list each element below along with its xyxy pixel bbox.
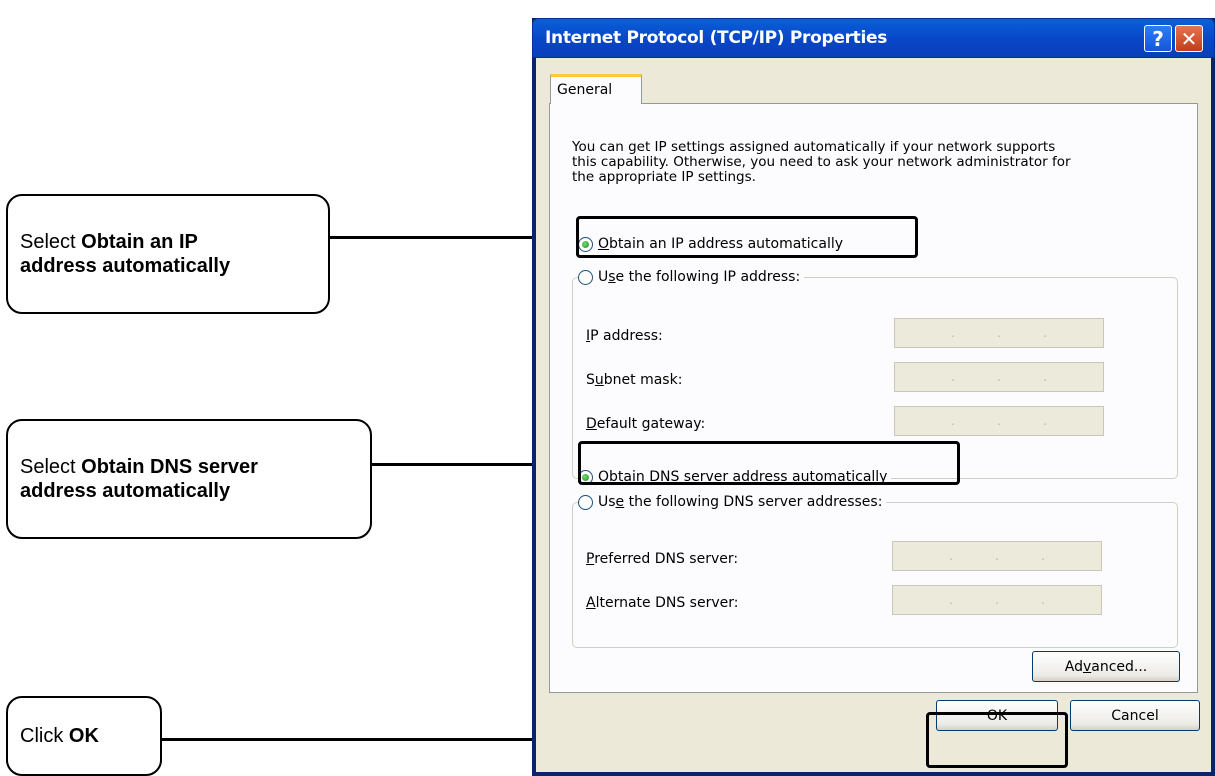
- ip-dot: .: [1043, 370, 1047, 384]
- description-line: this capability. Otherwise, you need to …: [572, 154, 1071, 170]
- description-line: the appropriate IP settings.: [572, 169, 756, 185]
- label-part: Ad: [1064, 658, 1083, 675]
- radio-use-dns-label: the following DNS server addresses:: [624, 494, 883, 510]
- ip-dot: .: [995, 593, 999, 607]
- callout-ip-prefix: Select: [20, 231, 82, 253]
- cancel-label: Cancel: [1111, 707, 1159, 724]
- tcpip-properties-dialog: Internet Protocol (TCP/IP) Properties ? …: [532, 18, 1215, 776]
- callout-ip-bold2: address automatically: [20, 255, 231, 277]
- ip-dot: .: [951, 326, 955, 340]
- label-part: U: [598, 269, 609, 285]
- label-text: P address:: [590, 328, 663, 344]
- help-button[interactable]: ?: [1144, 25, 1172, 52]
- callout-dns-bold2: address automatically: [20, 480, 231, 502]
- accel-key: A: [586, 595, 596, 611]
- radio-use-following-dns[interactable]: Use the following DNS server addresses:: [578, 494, 887, 510]
- label-text: anced...: [1091, 658, 1148, 675]
- description-line: You can get IP settings assigned automat…: [572, 139, 1056, 155]
- ip-dot: .: [949, 549, 953, 563]
- dialog-title: Internet Protocol (TCP/IP) Properties: [545, 28, 888, 48]
- callout-click-ok: Click OK: [6, 696, 162, 776]
- label-part: Us: [598, 494, 616, 510]
- callout-ok-prefix: Click: [20, 725, 69, 747]
- cancel-button[interactable]: Cancel: [1070, 700, 1200, 731]
- default-gateway-input[interactable]: ...: [894, 406, 1104, 436]
- tab-general-label: General: [557, 82, 613, 98]
- radio-unselected-icon: [578, 494, 593, 510]
- help-icon: ?: [1152, 26, 1164, 51]
- accel-key: e: [615, 494, 625, 510]
- ip-dot: .: [1041, 593, 1045, 607]
- ip-dot: .: [1041, 549, 1045, 563]
- accel-key: v: [1082, 658, 1092, 675]
- label-text: efault gateway:: [596, 416, 706, 432]
- label-text: bnet mask:: [603, 372, 683, 388]
- alternate-dns-label: Alternate DNS server:: [586, 595, 738, 611]
- label-text: referred DNS server:: [594, 551, 739, 567]
- accel-key: s: [608, 269, 616, 285]
- callout-obtain-ip: Select Obtain an IP address automaticall…: [6, 194, 330, 314]
- dialog-client-area: General You can get IP settings assigned…: [536, 58, 1211, 772]
- ip-dot: .: [951, 414, 955, 428]
- description-text: You can get IP settings assigned automat…: [572, 140, 1182, 185]
- ip-dot: .: [997, 414, 1001, 428]
- close-button[interactable]: ✕: [1175, 25, 1203, 52]
- ip-dot: .: [1043, 326, 1047, 340]
- alternate-dns-input[interactable]: ...: [892, 585, 1102, 615]
- highlight-obtain-dns: [578, 441, 960, 485]
- ip-dot: .: [997, 370, 1001, 384]
- ip-address-input[interactable]: ...: [894, 318, 1104, 348]
- title-bar[interactable]: Internet Protocol (TCP/IP) Properties ? …: [532, 18, 1215, 58]
- ip-dot: .: [951, 370, 955, 384]
- callout-obtain-dns: Select Obtain DNS server address automat…: [6, 419, 372, 539]
- preferred-dns-input[interactable]: ...: [892, 541, 1102, 571]
- ip-address-label: IP address:: [586, 328, 663, 344]
- radio-unselected-icon: [578, 269, 593, 285]
- dns-settings-group: [572, 502, 1178, 648]
- subnet-mask-label: Subnet mask:: [586, 372, 682, 388]
- accel-key: P: [586, 551, 595, 567]
- subnet-mask-input[interactable]: ...: [894, 362, 1104, 392]
- ip-dot: .: [949, 593, 953, 607]
- label-text: lternate DNS server:: [595, 595, 739, 611]
- highlight-obtain-ip: [576, 216, 918, 258]
- callout-dns-prefix: Select: [20, 456, 82, 478]
- tab-general[interactable]: General: [550, 74, 642, 104]
- preferred-dns-label: Preferred DNS server:: [586, 551, 738, 567]
- accel-key: D: [586, 416, 597, 432]
- default-gateway-label: Default gateway:: [586, 416, 705, 432]
- callout-ip-bold: Obtain an IP: [81, 231, 198, 253]
- accel-key: u: [594, 372, 604, 388]
- highlight-ok: [926, 712, 1068, 768]
- ip-dot: .: [1043, 414, 1047, 428]
- ip-dot: .: [997, 326, 1001, 340]
- callout-ok-bold: OK: [68, 725, 99, 747]
- close-icon: ✕: [1180, 26, 1198, 51]
- radio-use-following-ip[interactable]: Use the following IP address:: [578, 269, 805, 285]
- ip-dot: .: [995, 549, 999, 563]
- callout-dns-bold: Obtain DNS server: [81, 456, 258, 478]
- advanced-button[interactable]: Ad v anced...: [1032, 651, 1180, 682]
- general-tab-panel: You can get IP settings assigned automat…: [549, 103, 1198, 693]
- label-part: S: [586, 372, 595, 388]
- radio-use-ip-label: e the following IP address:: [615, 269, 801, 285]
